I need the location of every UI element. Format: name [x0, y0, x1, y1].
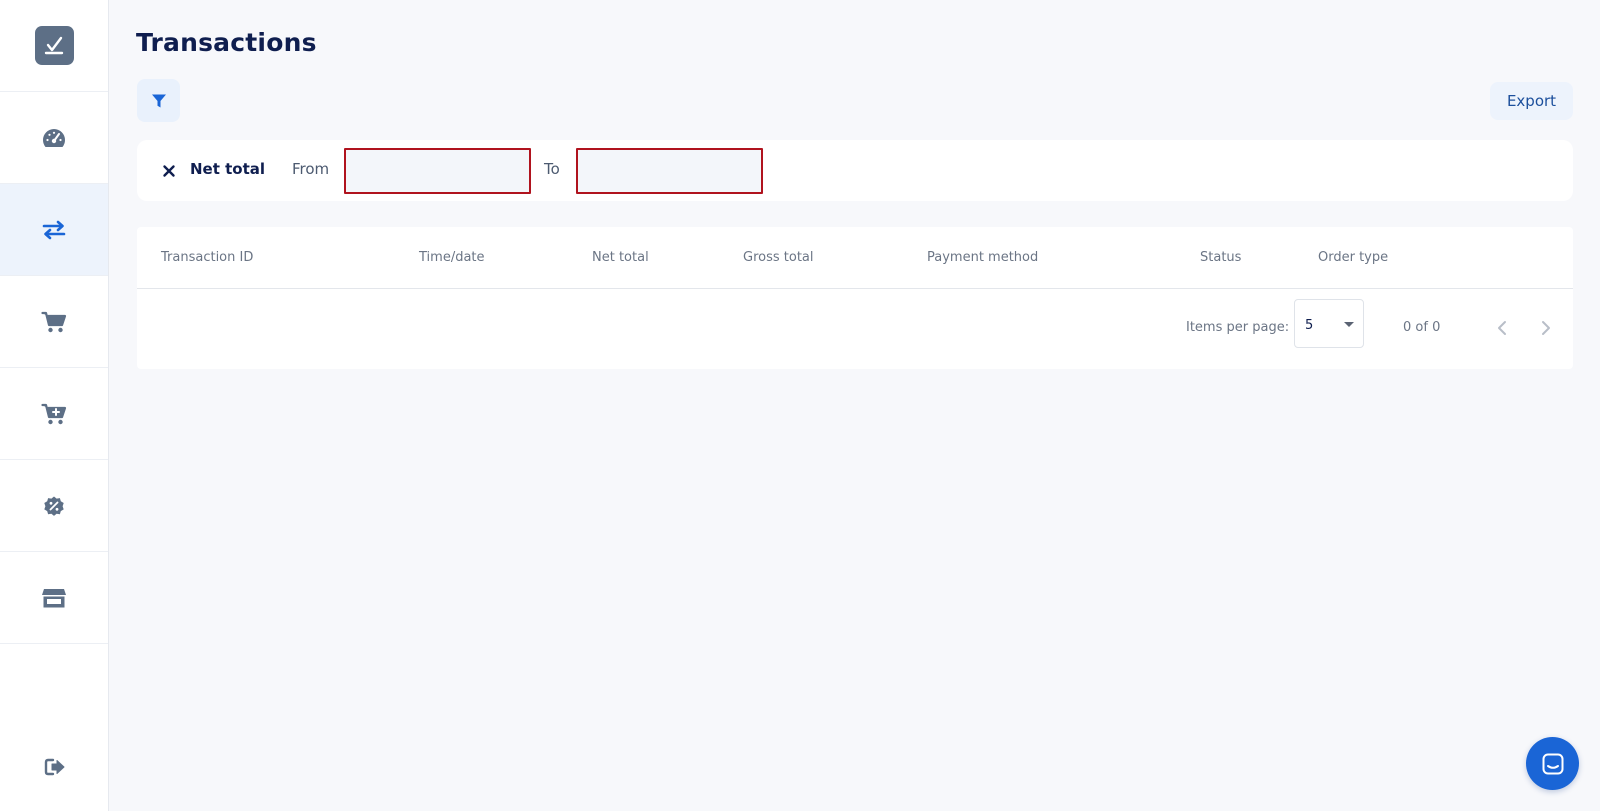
- logout-button[interactable]: [0, 743, 109, 791]
- table-header-row: Transaction ID Time/date Net total Gross…: [137, 227, 1573, 289]
- column-header-gross-total[interactable]: Gross total: [743, 250, 814, 265]
- from-label: From: [292, 160, 330, 178]
- discount-badge-icon: [44, 496, 64, 516]
- items-per-page-value: 5: [1305, 318, 1314, 333]
- sidebar-item-transactions[interactable]: [0, 184, 108, 276]
- net-total-to-input[interactable]: [576, 148, 763, 194]
- net-total-from-input[interactable]: [344, 148, 531, 194]
- app-logo[interactable]: [34, 26, 74, 65]
- chat-bubble-icon: [1542, 753, 1563, 774]
- chevron-left-icon: [1498, 321, 1506, 335]
- column-header-status[interactable]: Status: [1200, 250, 1241, 265]
- column-header-net-total[interactable]: Net total: [592, 250, 649, 265]
- chevron-right-icon: [1542, 321, 1550, 335]
- dashboard-gauge-icon: [42, 128, 66, 147]
- cart-add-icon: [41, 403, 67, 424]
- column-header-payment-method[interactable]: Payment method: [927, 250, 1038, 265]
- filter-chip-label: Net total: [190, 160, 266, 178]
- logo-area: [0, 0, 108, 92]
- column-header-time-date[interactable]: Time/date: [419, 250, 485, 265]
- store-icon: [42, 588, 66, 607]
- export-button[interactable]: Export: [1490, 82, 1573, 120]
- app-root: Transactions Export Net total From To Tr…: [0, 0, 1600, 811]
- active-filter-bar: Net total From To: [137, 140, 1573, 201]
- sidebar-item-store[interactable]: [0, 552, 108, 644]
- previous-page-button[interactable]: [1487, 313, 1517, 343]
- items-per-page-select[interactable]: 5: [1294, 299, 1364, 348]
- chat-launcher-button[interactable]: [1526, 737, 1579, 790]
- filter-funnel-icon: [151, 94, 166, 107]
- page-title: Transactions: [136, 28, 317, 57]
- paginator-range-label: 0 of 0: [1403, 320, 1441, 335]
- main-content: Transactions Export Net total From To Tr…: [136, 0, 1573, 811]
- caret-down-icon: [1344, 322, 1354, 327]
- next-page-button[interactable]: [1531, 313, 1561, 343]
- sidebar-item-discounts[interactable]: [0, 460, 108, 552]
- close-icon: [163, 165, 175, 177]
- transactions-table: Transaction ID Time/date Net total Gross…: [137, 227, 1573, 369]
- filter-button[interactable]: [137, 79, 180, 122]
- cart-icon: [41, 311, 67, 332]
- paginator: Items per page: 5 0 of 0: [137, 289, 1573, 369]
- column-header-transaction-id[interactable]: Transaction ID: [161, 250, 253, 265]
- sidebar-item-orders[interactable]: [0, 276, 108, 368]
- to-label: To: [544, 160, 560, 178]
- remove-filter-button[interactable]: [161, 163, 177, 179]
- items-per-page-label: Items per page:: [1186, 320, 1290, 335]
- transactions-arrows-icon: [42, 220, 66, 239]
- sidebar-item-new-order[interactable]: [0, 368, 108, 460]
- checkmark-logo-icon: [44, 36, 64, 54]
- sidebar-item-dashboard[interactable]: [0, 92, 108, 184]
- sidebar: [0, 0, 109, 811]
- logout-icon: [44, 758, 64, 776]
- column-header-order-type[interactable]: Order type: [1318, 250, 1388, 265]
